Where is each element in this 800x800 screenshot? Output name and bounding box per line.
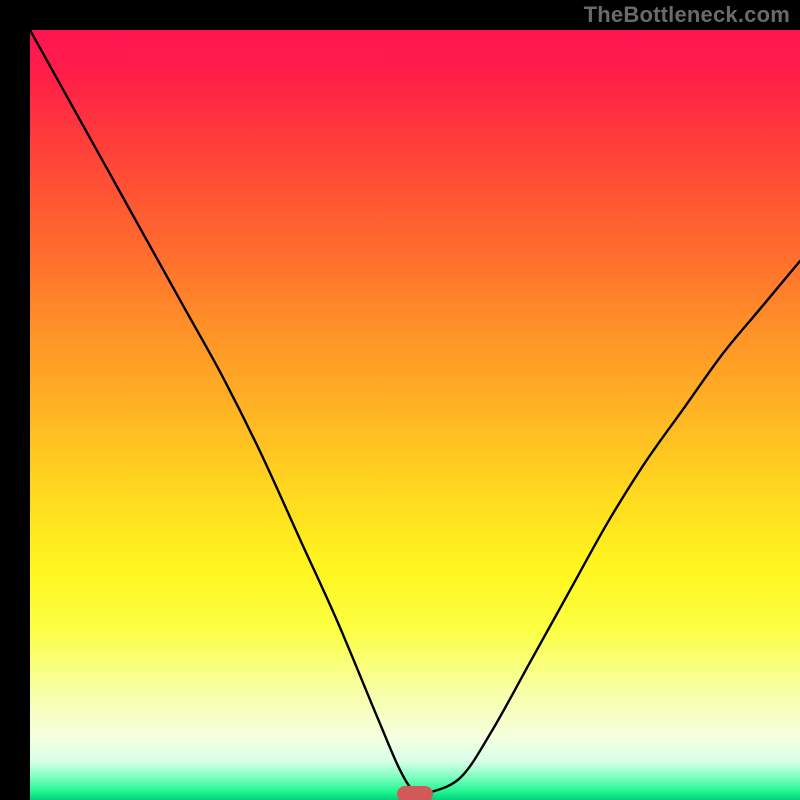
minimum-marker: [397, 786, 433, 800]
chart-frame: TheBottleneck.com: [0, 0, 800, 800]
plot-area: [30, 30, 800, 800]
watermark-text: TheBottleneck.com: [584, 2, 790, 28]
bottleneck-curve: [30, 30, 800, 800]
